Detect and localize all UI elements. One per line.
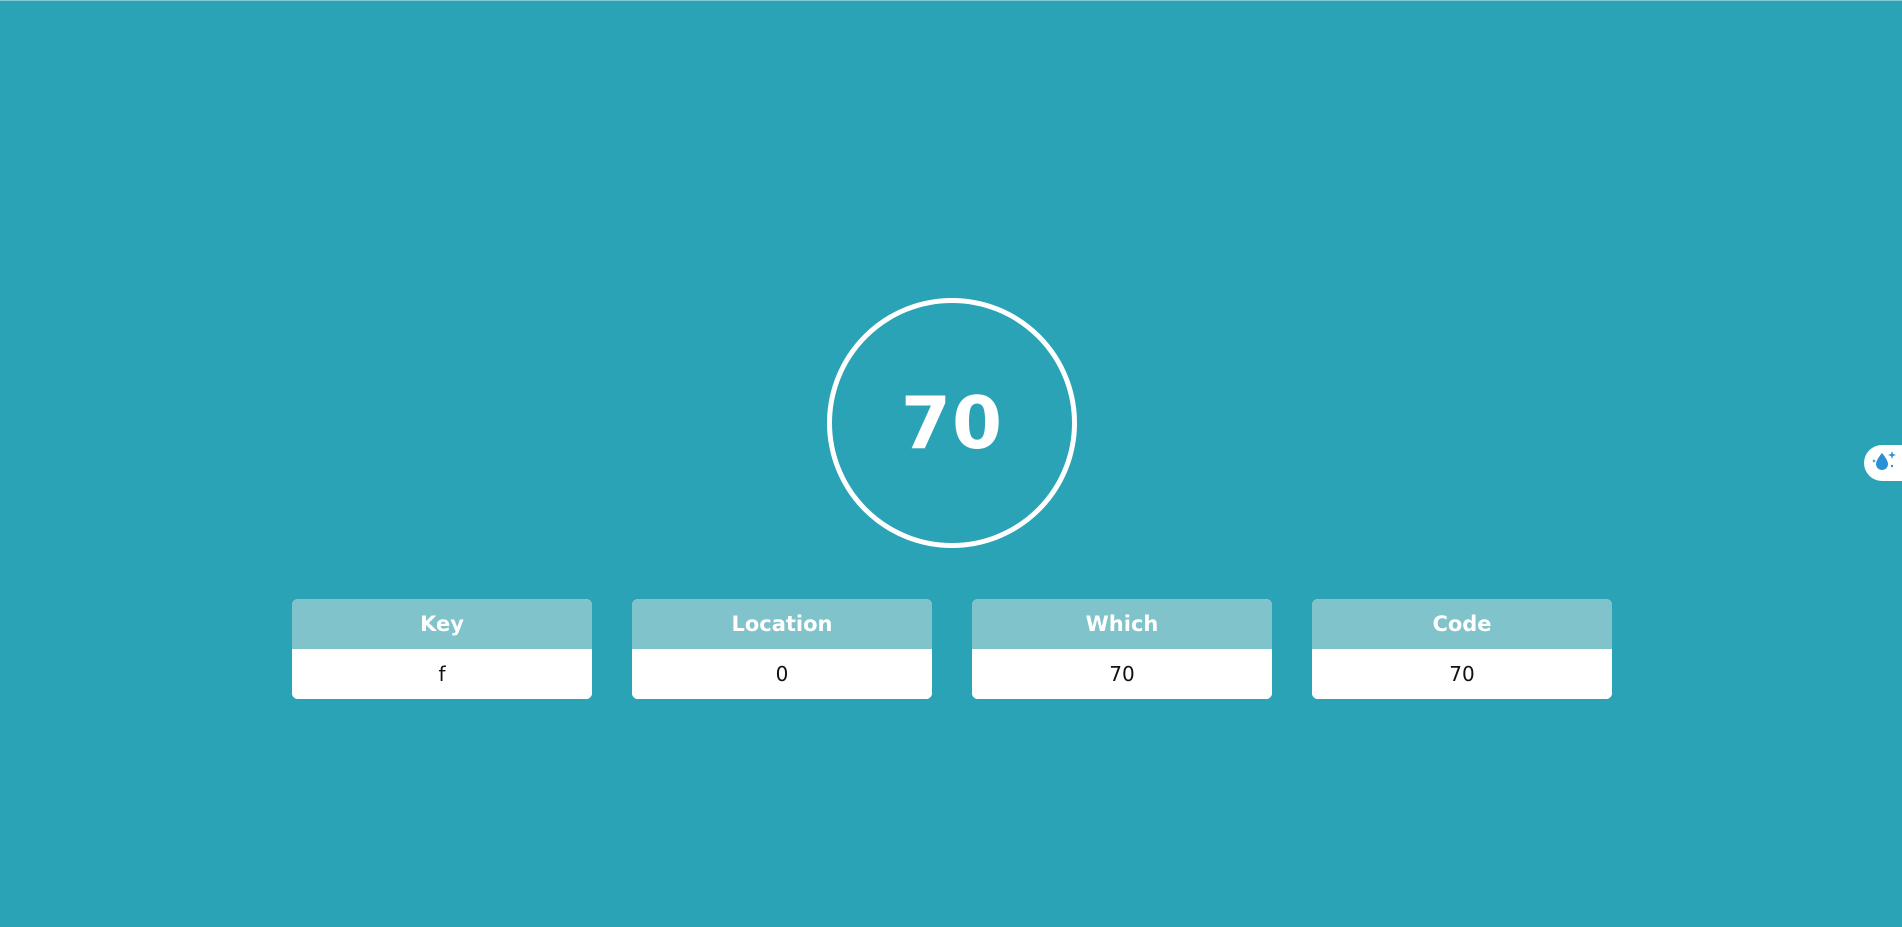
card-which-value: 70 [972, 649, 1272, 699]
key-info-cards: Key f Location 0 Which 70 Code 70 [292, 599, 1612, 699]
top-border [0, 0, 1902, 1]
card-key: Key f [292, 599, 592, 699]
droplet-sparkle-icon [1872, 449, 1900, 477]
card-code-label: Code [1312, 599, 1612, 649]
card-location-value: 0 [632, 649, 932, 699]
card-code-value: 70 [1312, 649, 1612, 699]
card-key-value: f [292, 649, 592, 699]
card-code: Code 70 [1312, 599, 1612, 699]
card-location-label: Location [632, 599, 932, 649]
card-which-label: Which [972, 599, 1272, 649]
side-widget-button[interactable] [1864, 445, 1902, 481]
card-location: Location 0 [632, 599, 932, 699]
card-which: Which 70 [972, 599, 1272, 699]
card-key-label: Key [292, 599, 592, 649]
key-code-display: 70 [827, 298, 1077, 548]
